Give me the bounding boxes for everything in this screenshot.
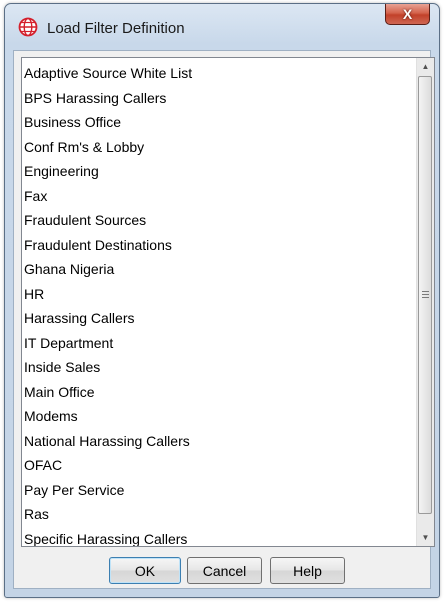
list-item[interactable]: Pay Per Service (22, 478, 417, 503)
grip-icon (422, 291, 429, 298)
dialog-body: Adaptive Source White List BPS Harassing … (13, 50, 435, 589)
title-bar[interactable]: Load Filter Definition X (5, 4, 439, 50)
cancel-button[interactable]: Cancel (187, 557, 262, 584)
ok-button[interactable]: OK (109, 557, 181, 584)
list-item[interactable]: National Harassing Callers (22, 429, 417, 454)
list-item[interactable]: Ghana Nigeria (22, 257, 417, 282)
close-icon: X (402, 6, 413, 22)
list-item[interactable]: OFAC (22, 453, 417, 478)
list-item[interactable]: Ras (22, 502, 417, 527)
load-filter-dialog: Load Filter Definition X Adaptive Source… (4, 3, 440, 598)
list-item[interactable]: Main Office (22, 380, 417, 405)
list-item[interactable]: Fax (22, 184, 417, 209)
list-item[interactable]: Modems (22, 404, 417, 429)
vertical-scrollbar[interactable]: ▲ ▼ (416, 58, 434, 546)
list-item[interactable]: Business Office (22, 110, 417, 135)
scrollbar-thumb[interactable] (418, 76, 432, 514)
list-item[interactable]: Specific Harassing Callers (22, 527, 417, 547)
button-row: OK Cancel Help (14, 557, 430, 587)
list-item[interactable]: Engineering (22, 159, 417, 184)
window-title: Load Filter Definition (47, 20, 185, 37)
filter-list-items: Adaptive Source White List BPS Harassing … (22, 61, 417, 547)
globe-icon (18, 17, 38, 37)
list-item[interactable]: HR (22, 282, 417, 307)
scroll-up-arrow-icon[interactable]: ▲ (417, 58, 434, 75)
list-item[interactable]: BPS Harassing Callers (22, 86, 417, 111)
list-item[interactable]: Harassing Callers (22, 306, 417, 331)
help-button[interactable]: Help (270, 557, 345, 584)
filter-listbox[interactable]: Adaptive Source White List BPS Harassing … (21, 57, 435, 547)
close-button[interactable]: X (385, 4, 430, 25)
list-item[interactable]: Adaptive Source White List (22, 61, 417, 86)
list-item[interactable]: Fraudulent Sources (22, 208, 417, 233)
list-item[interactable]: Conf Rm's & Lobby (22, 135, 417, 160)
scroll-down-arrow-icon[interactable]: ▼ (417, 529, 434, 546)
list-item[interactable]: IT Department (22, 331, 417, 356)
list-item[interactable]: Inside Sales (22, 355, 417, 380)
list-item[interactable]: Fraudulent Destinations (22, 233, 417, 258)
